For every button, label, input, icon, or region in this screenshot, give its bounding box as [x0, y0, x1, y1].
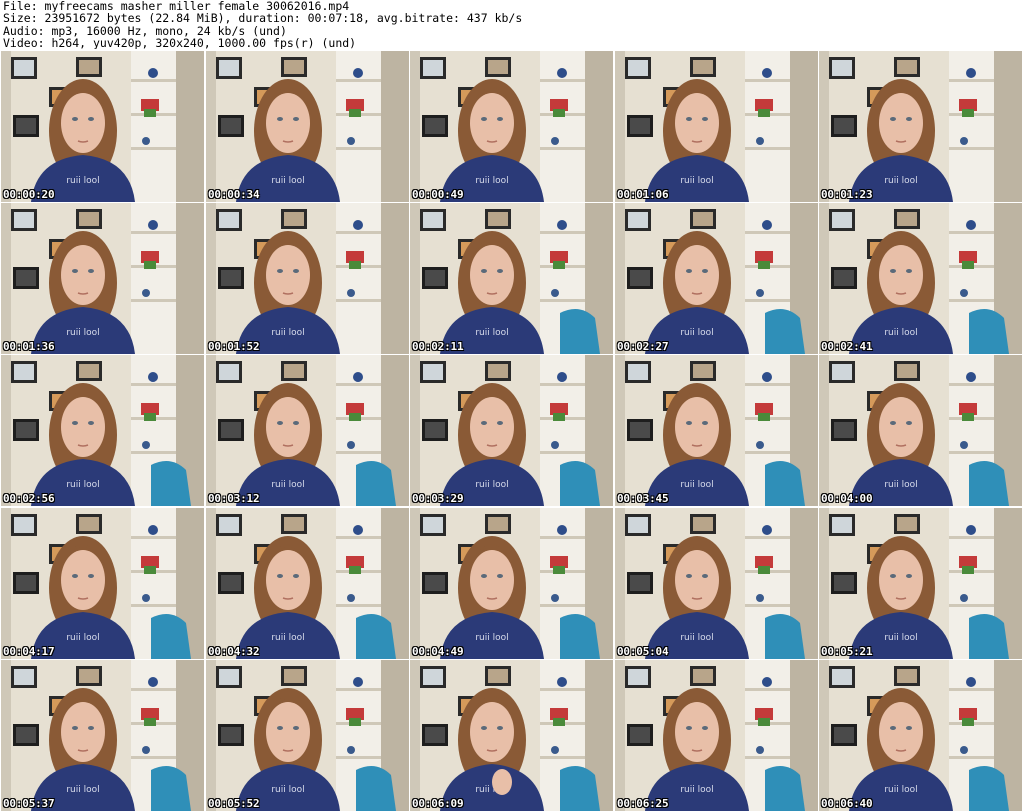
- video-thumbnail: ruii lool 00:05:21: [819, 508, 1022, 659]
- video-thumbnail: ruii lool 00:03:12: [206, 355, 409, 506]
- thumbnail-grid: ruii lool 00:00:20 ruii lool 00:00:34 ru…: [1, 51, 1023, 811]
- svg-text:ruii lool: ruii lool: [884, 328, 917, 338]
- video-thumbnail: ruii lool 00:05:52: [206, 660, 409, 811]
- svg-text:ruii lool: ruii lool: [884, 785, 917, 795]
- svg-text:ruii lool: ruii lool: [680, 176, 713, 186]
- video-thumbnail: ruii lool 00:04:17: [1, 508, 204, 659]
- thumbnail-timestamp: 00:01:06: [617, 188, 669, 201]
- video-thumbnail: ruii lool 00:00:34: [206, 51, 409, 202]
- thumbnail-timestamp: 00:06:40: [821, 797, 873, 810]
- thumbnail-timestamp: 00:00:20: [3, 188, 55, 201]
- thumbnail-timestamp: 00:03:45: [617, 492, 669, 505]
- svg-text:ruii lool: ruii lool: [475, 480, 508, 490]
- thumbnail-timestamp: 00:04:17: [3, 645, 55, 658]
- thumbnail-timestamp: 00:05:37: [3, 797, 55, 810]
- svg-text:ruii lool: ruii lool: [271, 176, 304, 186]
- audio-info-line: Audio: mp3, 16000 Hz, mono, 24 kb/s (und…: [3, 24, 287, 37]
- thumbnail-timestamp: 00:04:49: [412, 645, 464, 658]
- video-thumbnail: ruii lool 00:01:52: [206, 203, 409, 354]
- video-thumbnail: ruii lool 00:02:56: [1, 355, 204, 506]
- thumbnail-timestamp: 00:05:21: [821, 645, 873, 658]
- svg-text:ruii lool: ruii lool: [271, 633, 304, 643]
- thumbnail-timestamp: 00:02:11: [412, 340, 464, 353]
- svg-text:ruii lool: ruii lool: [884, 480, 917, 490]
- video-thumbnail: ruii lool 00:02:27: [615, 203, 818, 354]
- video-thumbnail: ruii lool 00:02:11: [410, 203, 613, 354]
- svg-text:ruii lool: ruii lool: [271, 328, 304, 338]
- svg-text:ruii lool: ruii lool: [475, 328, 508, 338]
- video-thumbnail: ruii lool 00:06:09: [410, 660, 613, 811]
- video-thumbnail: ruii lool 00:01:06: [615, 51, 818, 202]
- svg-text:ruii lool: ruii lool: [680, 328, 713, 338]
- thumbnail-timestamp: 00:06:09: [412, 797, 464, 810]
- video-thumbnail: ruii lool 00:05:37: [1, 660, 204, 811]
- thumbnail-timestamp: 00:03:12: [208, 492, 260, 505]
- svg-text:ruii lool: ruii lool: [884, 633, 917, 643]
- svg-text:ruii lool: ruii lool: [66, 785, 99, 795]
- svg-text:ruii lool: ruii lool: [66, 633, 99, 643]
- video-thumbnail: ruii lool 00:01:36: [1, 203, 204, 354]
- video-thumbnail: ruii lool 00:03:29: [410, 355, 613, 506]
- svg-text:ruii lool: ruii lool: [271, 785, 304, 795]
- thumbnail-timestamp: 00:01:23: [821, 188, 873, 201]
- thumbnail-timestamp: 00:00:34: [208, 188, 260, 201]
- video-thumbnail: ruii lool 00:03:45: [615, 355, 818, 506]
- file-size-line: Size: 23951672 bytes (22.84 MiB), durati…: [3, 12, 523, 25]
- svg-text:ruii lool: ruii lool: [66, 176, 99, 186]
- video-thumbnail: ruii lool 00:00:20: [1, 51, 204, 202]
- video-info-line: Video: h264, yuv420p, 320x240, 1000.00 f…: [3, 36, 357, 50]
- thumbnail-timestamp: 00:03:29: [412, 492, 464, 505]
- video-thumbnail: ruii lool 00:05:04: [615, 508, 818, 659]
- video-thumbnail: ruii lool 00:04:32: [206, 508, 409, 659]
- svg-text:ruii lool: ruii lool: [66, 328, 99, 338]
- thumbnail-timestamp: 00:04:00: [821, 492, 873, 505]
- svg-text:ruii lool: ruii lool: [680, 785, 713, 795]
- svg-text:ruii lool: ruii lool: [680, 480, 713, 490]
- thumbnail-timestamp: 00:01:36: [3, 340, 55, 353]
- video-thumbnail: ruii lool 00:02:41: [819, 203, 1022, 354]
- video-thumbnail: ruii lool 00:04:49: [410, 508, 613, 659]
- thumbnail-timestamp: 00:06:25: [617, 797, 669, 810]
- file-info-header: File: myfreecams_masher_miller_female_30…: [3, 0, 1021, 50]
- thumbnail-timestamp: 00:01:52: [208, 340, 260, 353]
- thumbnail-timestamp: 00:00:49: [412, 188, 464, 201]
- svg-text:ruii lool: ruii lool: [66, 480, 99, 490]
- svg-text:ruii lool: ruii lool: [271, 480, 304, 490]
- video-thumbnail: ruii lool 00:00:49: [410, 51, 613, 202]
- thumbnail-timestamp: 00:02:27: [617, 340, 669, 353]
- svg-text:ruii lool: ruii lool: [884, 176, 917, 186]
- thumbnail-timestamp: 00:02:56: [3, 492, 55, 505]
- video-thumbnail: ruii lool 00:01:23: [819, 51, 1022, 202]
- svg-text:ruii lool: ruii lool: [475, 633, 508, 643]
- video-thumbnail: ruii lool 00:06:25: [615, 660, 818, 811]
- thumbnail-timestamp: 00:02:41: [821, 340, 873, 353]
- thumbnail-timestamp: 00:05:04: [617, 645, 669, 658]
- file-name-line: File: myfreecams_masher_miller_female_30…: [3, 0, 350, 13]
- thumbnail-timestamp: 00:05:52: [208, 797, 260, 810]
- svg-text:ruii lool: ruii lool: [680, 633, 713, 643]
- thumbnail-timestamp: 00:04:32: [208, 645, 260, 658]
- svg-text:ruii lool: ruii lool: [475, 176, 508, 186]
- video-thumbnail: ruii lool 00:06:40: [819, 660, 1022, 811]
- video-thumbnail: ruii lool 00:04:00: [819, 355, 1022, 506]
